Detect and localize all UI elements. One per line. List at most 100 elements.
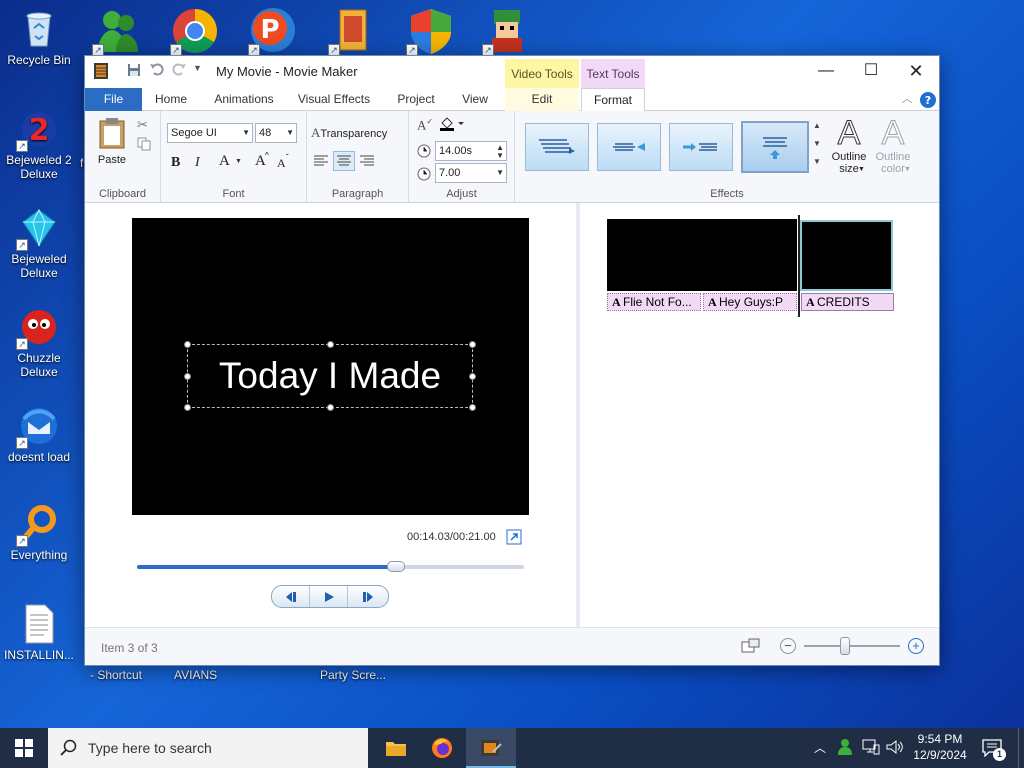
- collapse-ribbon-icon[interactable]: ︿: [897, 88, 917, 111]
- movie-maker-app-icon[interactable]: [93, 62, 109, 83]
- start-time-spinner[interactable]: 14.00s ▲ ▼: [435, 141, 507, 161]
- desktop-icon-everything[interactable]: ↗ Everything: [0, 503, 78, 562]
- desktop-icon-pinball[interactable]: P ↗: [246, 6, 300, 56]
- save-icon[interactable]: [127, 63, 141, 80]
- chevron-down-icon[interactable]: ▼: [235, 158, 242, 165]
- tab-animations[interactable]: Animations: [205, 88, 283, 111]
- redo-icon[interactable]: [171, 61, 187, 80]
- font-color-button[interactable]: A: [219, 153, 230, 170]
- cut-icon[interactable]: ✂: [137, 117, 148, 133]
- storyboard-caption[interactable]: A Hey Guys:P: [703, 293, 797, 311]
- font-family-combo[interactable]: Segoe UI ▼: [167, 123, 253, 143]
- outline-color-button[interactable]: A Outline color ▼: [871, 115, 915, 176]
- transparency-button[interactable]: ATransparency: [311, 125, 387, 141]
- start-button[interactable]: [0, 728, 48, 768]
- customize-toolbar-icon[interactable]: ▼: [193, 63, 202, 73]
- people-icon[interactable]: [836, 738, 854, 761]
- background-color-icon[interactable]: [439, 115, 465, 136]
- next-frame-button[interactable]: [348, 586, 388, 607]
- show-desktop-button[interactable]: [1018, 728, 1024, 768]
- desktop-icon-chuzzle[interactable]: ↗ Chuzzle Deluxe: [0, 306, 78, 379]
- storyboard-caption-selected[interactable]: A CREDITS: [801, 293, 894, 311]
- align-center-icon[interactable]: [333, 151, 355, 171]
- playhead[interactable]: [798, 215, 800, 317]
- paste-button[interactable]: Paste: [93, 117, 131, 166]
- show-hidden-icons[interactable]: ︿: [814, 739, 826, 756]
- title-bar[interactable]: ▼ My Movie - Movie Maker Video Tools Tex…: [85, 56, 939, 88]
- effect-fly-in-from-left[interactable]: [669, 123, 733, 171]
- gallery-scroll-up-icon[interactable]: ▲: [813, 121, 821, 130]
- desktop-icon-doesnt-load[interactable]: ↗ doesnt load: [0, 405, 78, 464]
- help-icon[interactable]: ?: [919, 88, 937, 111]
- tab-view[interactable]: View: [451, 88, 499, 111]
- taskbar-file-explorer[interactable]: [374, 728, 418, 768]
- desktop-icon-archive[interactable]: ↗: [326, 6, 380, 56]
- desktop-icon-installing[interactable]: INSTALLIN...: [0, 603, 78, 662]
- copy-icon[interactable]: [137, 137, 151, 156]
- duration-combo[interactable]: 7.00 ▼: [435, 163, 507, 183]
- resize-handle[interactable]: [469, 341, 476, 348]
- gallery-more-icon[interactable]: ▼: [813, 157, 821, 166]
- outline-size-button[interactable]: A Outline size ▼: [827, 115, 871, 176]
- desktop-icon-recycle-bin[interactable]: Recycle Bin: [0, 8, 78, 67]
- desktop-icon-windows-security[interactable]: ↗: [404, 6, 458, 56]
- zoom-slider[interactable]: [804, 637, 900, 655]
- effect-scroll-up[interactable]: [741, 121, 809, 173]
- resize-handle[interactable]: [184, 373, 191, 380]
- previous-frame-button[interactable]: [272, 586, 310, 607]
- action-center-button[interactable]: 1: [978, 736, 1008, 761]
- gallery-scroll-down-icon[interactable]: ▼: [813, 139, 821, 148]
- play-button[interactable]: [310, 586, 348, 607]
- zoom-in-button[interactable]: +: [908, 638, 924, 654]
- tab-format[interactable]: Format: [581, 88, 645, 112]
- taskbar-movie-maker[interactable]: [466, 728, 516, 768]
- seek-bar-thumb[interactable]: [387, 561, 406, 572]
- preview-monitor[interactable]: Today I Made: [132, 218, 529, 515]
- network-icon[interactable]: [862, 739, 880, 760]
- tab-project[interactable]: Project: [387, 88, 445, 111]
- resize-handle[interactable]: [184, 404, 191, 411]
- resize-handle[interactable]: [469, 404, 476, 411]
- desktop-icon-messenger[interactable]: ↗: [90, 6, 144, 56]
- zoom-slider-thumb[interactable]: [840, 637, 850, 655]
- resize-handle[interactable]: [469, 373, 476, 380]
- tab-file[interactable]: File: [85, 88, 142, 111]
- storyboard-clip[interactable]: [607, 219, 797, 291]
- font-size-combo[interactable]: 48 ▼: [255, 123, 297, 143]
- movie-maker-window[interactable]: ▼ My Movie - Movie Maker Video Tools Tex…: [84, 55, 940, 666]
- desktop-icon-game-character[interactable]: ↗: [480, 6, 534, 56]
- resize-handle[interactable]: [184, 341, 191, 348]
- desktop-icon-bejeweled2[interactable]: 2 ↗ Bejeweled 2 Deluxe: [0, 108, 78, 181]
- align-right-icon[interactable]: [359, 154, 375, 173]
- fullscreen-preview-icon[interactable]: [506, 529, 522, 550]
- close-button[interactable]: ✕: [893, 56, 939, 86]
- taskbar-search-box[interactable]: Type here to search: [48, 728, 368, 768]
- storyboard-clip[interactable]: [800, 220, 893, 291]
- clock[interactable]: 9:54 PM 12/9/2024: [910, 731, 970, 763]
- taskbar: Type here to search ︿ 9:54 PM 12/9/2024 …: [0, 728, 1024, 768]
- maximize-button[interactable]: ☐: [848, 56, 894, 86]
- storyboard-caption[interactable]: A Flie Not Fo...: [607, 293, 701, 311]
- italic-button[interactable]: I: [195, 155, 200, 171]
- desktop-icon-bejeweled[interactable]: ↗ Bejeweled Deluxe: [0, 207, 78, 280]
- minimize-button[interactable]: —: [803, 56, 849, 86]
- effect-fly-in-left[interactable]: [525, 123, 589, 171]
- undo-icon[interactable]: [149, 61, 165, 80]
- caption-text-box[interactable]: Today I Made: [184, 341, 476, 411]
- thumbnail-size-icon[interactable]: [741, 638, 761, 659]
- tab-home[interactable]: Home: [145, 88, 197, 111]
- desktop-icon-chrome[interactable]: ↗: [168, 6, 222, 56]
- resize-handle[interactable]: [327, 341, 334, 348]
- resize-handle[interactable]: [327, 404, 334, 411]
- pane-splitter[interactable]: [576, 203, 580, 627]
- align-left-icon[interactable]: [313, 154, 329, 173]
- seek-bar[interactable]: [137, 561, 524, 572]
- volume-icon[interactable]: [886, 739, 904, 760]
- tab-visual-effects[interactable]: Visual Effects: [291, 88, 377, 111]
- shrink-font-button[interactable]: A: [277, 156, 286, 171]
- taskbar-firefox[interactable]: [420, 728, 464, 768]
- zoom-out-button[interactable]: −: [780, 638, 796, 654]
- effect-fly-in-right[interactable]: [597, 123, 661, 171]
- bold-button[interactable]: B: [171, 155, 180, 171]
- tab-edit[interactable]: Edit: [505, 88, 579, 111]
